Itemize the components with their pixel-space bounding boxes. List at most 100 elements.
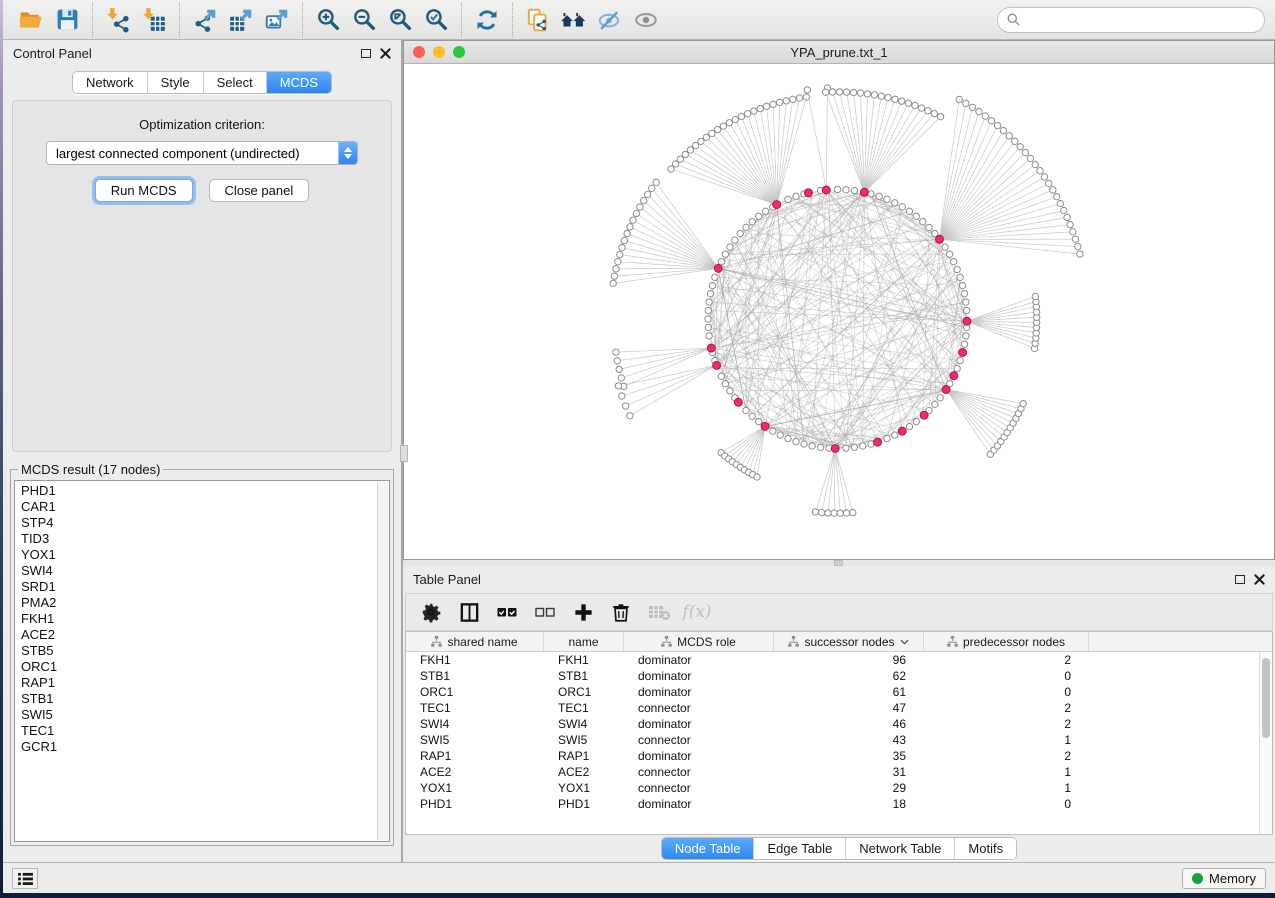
mcds-result-item[interactable]: ORC1 bbox=[21, 659, 389, 675]
table-row[interactable]: FKH1FKH1dominator962 bbox=[406, 652, 1272, 668]
mcds-list-scrollbar[interactable] bbox=[377, 482, 388, 840]
network-window-title: YPA_prune.txt_1 bbox=[790, 45, 887, 60]
attribute-type-icon bbox=[947, 636, 958, 647]
column-label: name bbox=[568, 635, 598, 649]
network-window-titlebar[interactable]: YPA_prune.txt_1 bbox=[404, 41, 1274, 64]
refresh-button[interactable] bbox=[469, 4, 505, 36]
table-row[interactable]: PHD1PHD1dominator180 bbox=[406, 796, 1272, 812]
table-row[interactable]: SWI5SWI5connector431 bbox=[406, 732, 1272, 748]
mcds-result-item[interactable]: CAR1 bbox=[21, 499, 389, 515]
tab-network[interactable]: Network bbox=[73, 72, 148, 93]
close-panel-button[interactable]: Close panel bbox=[209, 179, 310, 202]
table-row[interactable]: ACE2ACE2connector311 bbox=[406, 764, 1272, 780]
export-table-button[interactable] bbox=[223, 4, 259, 36]
close-window-icon[interactable] bbox=[413, 46, 425, 58]
mcds-result-item[interactable]: STB1 bbox=[21, 691, 389, 707]
float-table-panel-icon[interactable] bbox=[1235, 575, 1245, 584]
tab-select[interactable]: Select bbox=[204, 72, 267, 93]
tab-edge-table[interactable]: Edge Table bbox=[754, 838, 846, 859]
minimize-window-icon[interactable] bbox=[433, 46, 445, 58]
search-input[interactable] bbox=[1026, 12, 1255, 27]
show-details-button[interactable] bbox=[628, 4, 664, 36]
zoom-fit-button[interactable] bbox=[382, 4, 418, 36]
tab-motifs[interactable]: Motifs bbox=[955, 838, 1016, 859]
table-row[interactable]: ORC1ORC1dominator610 bbox=[406, 684, 1272, 700]
import-network-button[interactable] bbox=[100, 4, 136, 36]
column-header-filler bbox=[1089, 632, 1259, 651]
copy-style-button[interactable] bbox=[520, 4, 556, 36]
table-row[interactable]: RAP1RAP1dominator352 bbox=[406, 748, 1272, 764]
column-header-MCDS-role[interactable]: MCDS role bbox=[624, 632, 774, 651]
table-row[interactable]: STB1STB1dominator620 bbox=[406, 668, 1272, 684]
cell-successor-nodes: 35 bbox=[774, 749, 924, 763]
network-overview-button[interactable] bbox=[556, 4, 592, 36]
toolbar-icon-groups bbox=[13, 3, 664, 37]
delete-row-button[interactable] bbox=[604, 597, 638, 627]
mcds-result-item[interactable]: STB5 bbox=[21, 643, 389, 659]
close-table-panel-icon[interactable] bbox=[1254, 574, 1265, 585]
node-table: shared name name MCDS rolesuccessor nodesp… bbox=[405, 631, 1273, 835]
column-header-name[interactable]: name bbox=[544, 632, 624, 651]
search-box[interactable] bbox=[997, 7, 1265, 33]
optimization-criterion-select[interactable]: largest connected component (undirected) bbox=[46, 141, 358, 165]
mcds-result-item[interactable]: TID3 bbox=[21, 531, 389, 547]
zoom-out-icon bbox=[352, 7, 377, 32]
close-panel-icon[interactable] bbox=[380, 48, 391, 59]
vertical-splitter-handle[interactable] bbox=[400, 445, 408, 462]
table-scrollbar-thumb[interactable] bbox=[1262, 658, 1270, 738]
mcds-result-item[interactable]: SRD1 bbox=[21, 579, 389, 595]
import-table-button[interactable] bbox=[136, 4, 172, 36]
cell-shared-name: ORC1 bbox=[406, 685, 544, 699]
mcds-result-item[interactable]: STP4 bbox=[21, 515, 389, 531]
open-file-button[interactable] bbox=[13, 4, 49, 36]
mcds-result-item[interactable]: RAP1 bbox=[21, 675, 389, 691]
delete-table-icon bbox=[647, 602, 671, 622]
mcds-result-item[interactable]: GCR1 bbox=[21, 739, 389, 755]
tab-mcds[interactable]: MCDS bbox=[267, 72, 331, 93]
tab-network-table[interactable]: Network Table bbox=[846, 838, 955, 859]
mcds-result-item[interactable]: TEC1 bbox=[21, 723, 389, 739]
mcds-result-item[interactable]: YOX1 bbox=[21, 547, 389, 563]
zoom-in-button[interactable] bbox=[310, 4, 346, 36]
mcds-result-item[interactable]: ACE2 bbox=[21, 627, 389, 643]
tab-style[interactable]: Style bbox=[148, 72, 204, 93]
export-network-button[interactable] bbox=[187, 4, 223, 36]
mcds-result-item[interactable]: SWI5 bbox=[21, 707, 389, 723]
export-image-button[interactable] bbox=[259, 4, 295, 36]
zoom-out-button[interactable] bbox=[346, 4, 382, 36]
add-row-button[interactable] bbox=[566, 597, 600, 627]
column-header-predecessor-nodes[interactable]: predecessor nodes bbox=[924, 632, 1089, 651]
mcds-result-item[interactable]: PHD1 bbox=[21, 483, 389, 499]
task-history-button[interactable] bbox=[12, 868, 38, 889]
table-row[interactable]: YOX1YOX1connector291 bbox=[406, 780, 1272, 796]
deselect-all-button[interactable] bbox=[528, 597, 562, 627]
horizontal-splitter-handle[interactable] bbox=[834, 560, 843, 566]
horizontal-splitter[interactable] bbox=[403, 560, 1275, 566]
mcds-result-list[interactable]: PHD1CAR1STP4TID3YOX1SWI4SRD1PMA2FKH1ACE2… bbox=[14, 480, 390, 842]
network-canvas[interactable] bbox=[404, 64, 1274, 559]
mcds-result-item[interactable]: FKH1 bbox=[21, 611, 389, 627]
memory-button[interactable]: Memory bbox=[1182, 868, 1266, 889]
table-row[interactable]: SWI4SWI4dominator462 bbox=[406, 716, 1272, 732]
float-panel-icon[interactable] bbox=[361, 49, 371, 58]
toolbar-separator bbox=[92, 3, 93, 37]
zoom-selected-button[interactable] bbox=[418, 4, 454, 36]
table-options-button[interactable] bbox=[414, 597, 448, 627]
select-all-button[interactable] bbox=[490, 597, 524, 627]
column-header-successor-nodes[interactable]: successor nodes bbox=[774, 632, 924, 651]
control-panel-header: Control Panel bbox=[3, 40, 401, 67]
table-scrollbar[interactable] bbox=[1259, 652, 1272, 834]
mcds-result-item[interactable]: SWI4 bbox=[21, 563, 389, 579]
cell-predecessor-nodes: 2 bbox=[924, 653, 1089, 667]
mcds-result-item[interactable]: PMA2 bbox=[21, 595, 389, 611]
select-stepper-icon bbox=[338, 142, 357, 164]
maximize-window-icon[interactable] bbox=[453, 46, 465, 58]
table-row[interactable]: TEC1TEC1connector472 bbox=[406, 700, 1272, 716]
save-session-button[interactable] bbox=[49, 4, 85, 36]
tab-node-table[interactable]: Node Table bbox=[662, 838, 755, 859]
show-columns-button[interactable] bbox=[452, 597, 486, 627]
run-mcds-button[interactable]: Run MCDS bbox=[95, 179, 193, 202]
hide-details-button[interactable] bbox=[592, 4, 628, 36]
network-graph[interactable] bbox=[404, 64, 1274, 559]
column-header-shared-name[interactable]: shared name bbox=[406, 632, 544, 651]
